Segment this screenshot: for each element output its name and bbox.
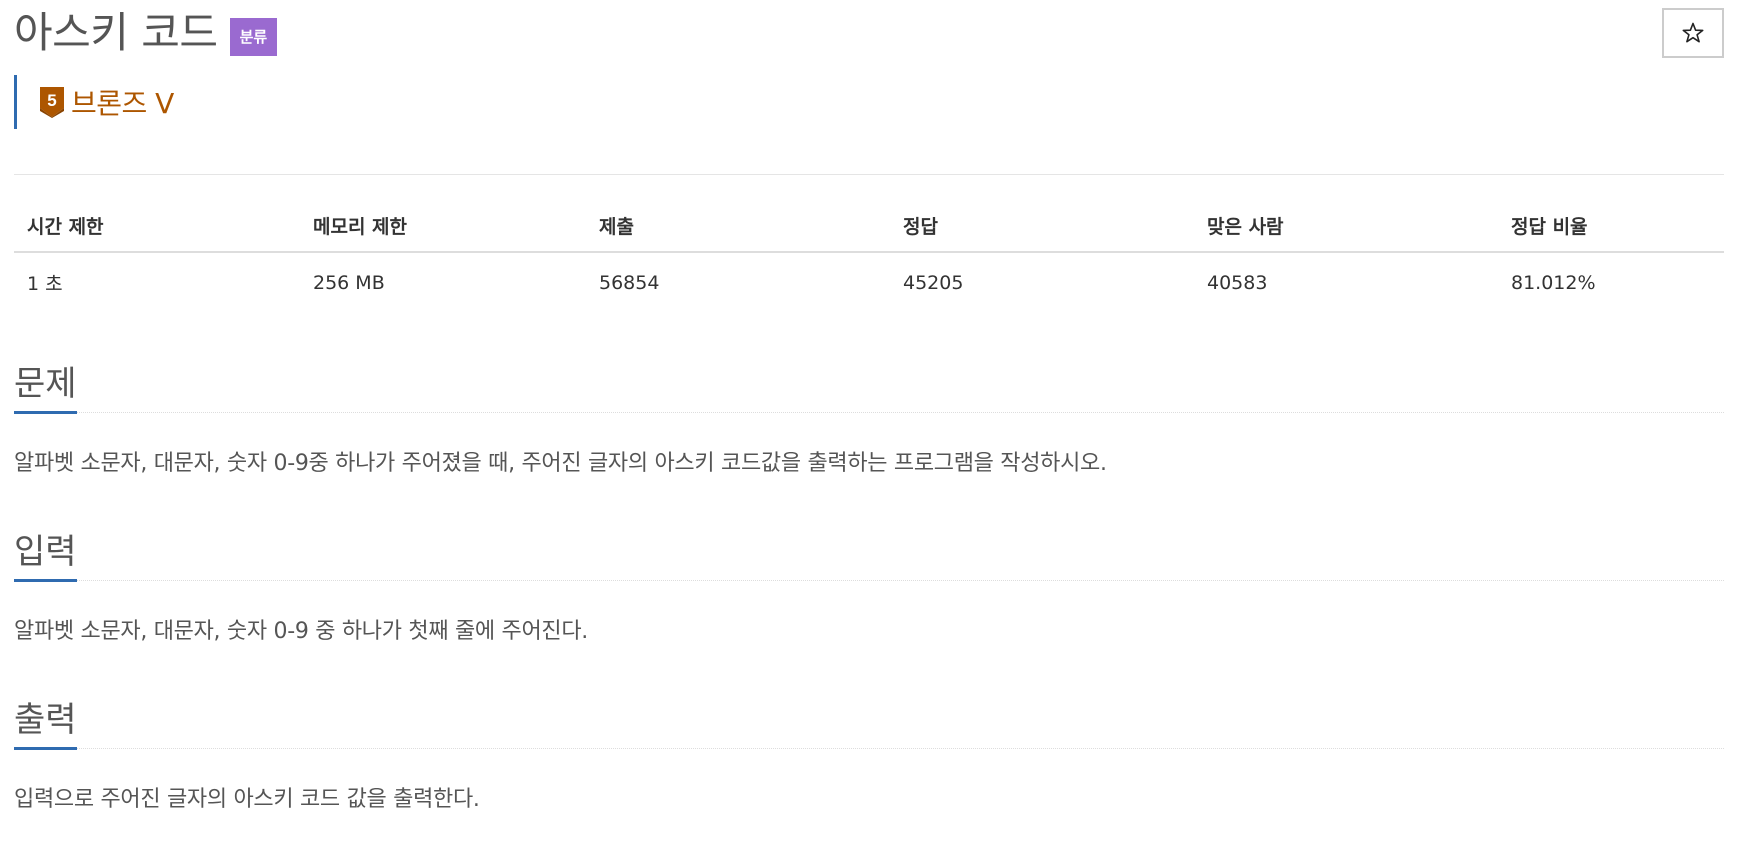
value-memory-limit: 256 MB bbox=[313, 271, 385, 294]
input-section-header: 입력 bbox=[14, 524, 1724, 582]
problem-info-table: 시간 제한 메모리 제한 제출 정답 맞은 사람 정답 비율 1 초 256 M… bbox=[14, 212, 1724, 296]
header-solved-users: 맞은 사람 bbox=[1194, 212, 1498, 253]
tier-label[interactable]: 브론즈 V bbox=[71, 82, 174, 122]
value-solved-users[interactable]: 40583 bbox=[1194, 252, 1498, 296]
problem-description: 알파벳 소문자, 대문자, 숫자 0-9중 하나가 주어졌을 때, 주어진 글자… bbox=[14, 451, 1107, 476]
star-outline-icon bbox=[1682, 22, 1704, 43]
header-accept-ratio: 정답 비율 bbox=[1498, 212, 1724, 253]
output-description: 입력으로 주어진 글자의 아스키 코드 값을 출력한다. bbox=[14, 787, 480, 812]
tier-row: 5 브론즈 V bbox=[14, 75, 174, 129]
header-memory-limit: 메모리 제한 bbox=[300, 212, 586, 253]
output-section: 출력 입력으로 주어진 글자의 아스키 코드 값을 출력한다. bbox=[14, 692, 1724, 815]
favorite-button[interactable] bbox=[1662, 8, 1724, 58]
input-section: 입력 알파벳 소문자, 대문자, 숫자 0-9 중 하나가 첫째 줄에 주어진다… bbox=[14, 524, 1724, 647]
title-row: 아스키 코드 분류 bbox=[14, 8, 278, 58]
output-section-title: 출력 bbox=[14, 695, 77, 750]
header-submissions: 제출 bbox=[586, 212, 890, 253]
table-header-row: 시간 제한 메모리 제한 제출 정답 맞은 사람 정답 비율 bbox=[14, 212, 1724, 253]
value-accept-ratio: 81.012% bbox=[1511, 271, 1596, 294]
table-row: 1 초 256 MB 56854 45205 40583 81.012% bbox=[14, 252, 1724, 296]
header-time-limit: 시간 제한 bbox=[14, 212, 300, 253]
input-description: 알파벳 소문자, 대문자, 숫자 0-9 중 하나가 첫째 줄에 주어진다. bbox=[14, 619, 588, 644]
problem-section-title: 문제 bbox=[14, 359, 77, 414]
header-accepted: 정답 bbox=[890, 212, 1194, 253]
problem-section-header: 문제 bbox=[14, 356, 1724, 414]
value-accepted[interactable]: 45205 bbox=[890, 252, 1194, 296]
value-submissions[interactable]: 56854 bbox=[586, 252, 890, 296]
header-divider bbox=[14, 174, 1724, 175]
problem-title: 아스키 코드 bbox=[14, 8, 218, 57]
category-badge[interactable]: 분류 bbox=[229, 18, 278, 56]
problem-section: 문제 알파벳 소문자, 대문자, 숫자 0-9중 하나가 주어졌을 때, 주어진… bbox=[14, 356, 1724, 479]
value-time-limit: 1 초 bbox=[27, 273, 63, 295]
tier-number: 5 bbox=[47, 91, 56, 110]
bronze-tier-icon: 5 bbox=[40, 87, 64, 118]
output-section-header: 출력 bbox=[14, 692, 1724, 750]
input-section-title: 입력 bbox=[14, 527, 77, 582]
